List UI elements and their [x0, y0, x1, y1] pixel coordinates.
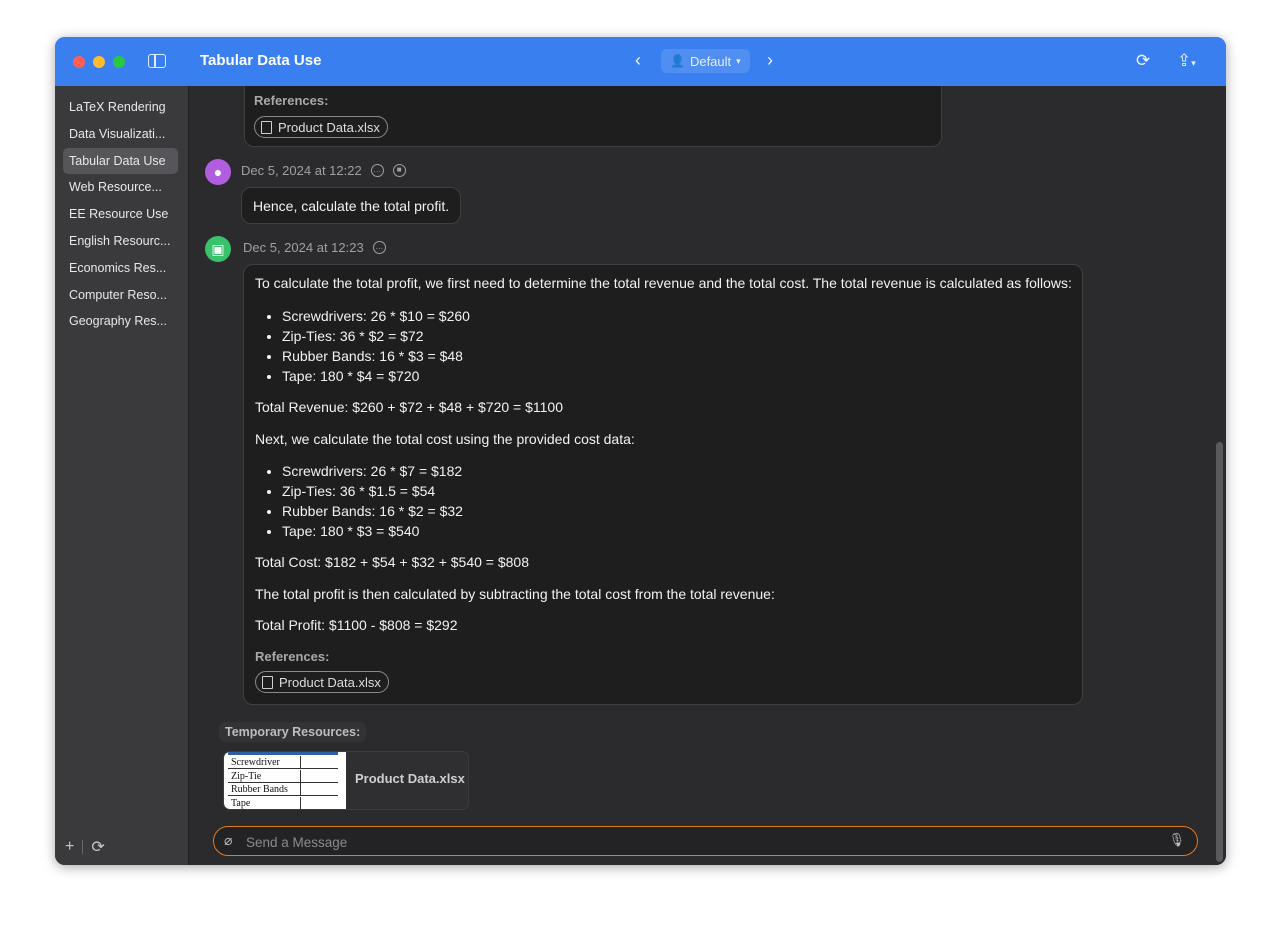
references-label: References: — [254, 93, 329, 108]
document-icon — [261, 120, 272, 134]
chevron-right-icon[interactable]: › — [767, 50, 773, 70]
thumbnail-row: Screwdriver — [228, 756, 338, 769]
edit-icon[interactable]: ■ — [392, 164, 406, 177]
add-icon[interactable]: + — [65, 838, 74, 856]
sidebar-item[interactable]: Geography Res... — [63, 308, 178, 334]
zoom-window-button[interactable] — [113, 56, 125, 68]
minimize-window-button[interactable] — [93, 56, 105, 68]
profile-selector[interactable]: 👤 Default ▾ — [661, 49, 750, 73]
profit-intro: The total profit is then calculated by s… — [255, 586, 775, 602]
revenue-list: Screwdrivers: 26 * $10 = $260Zip-Ties: 3… — [255, 306, 470, 386]
cost-list: Screwdrivers: 26 * $7 = $182Zip-Ties: 36… — [255, 461, 463, 541]
total-cost: Total Cost: $182 + $54 + $32 + $540 = $8… — [255, 554, 529, 570]
sidebar-item[interactable]: Computer Reso... — [63, 282, 178, 308]
chevron-down-icon: ▾ — [736, 55, 741, 66]
sidebar-item[interactable]: Data Visualizati... — [63, 121, 178, 147]
bot-intro: To calculate the total profit, we first … — [255, 275, 1072, 291]
chat-area: References: Product Data.xlsx ● Dec 5, 2… — [189, 86, 1226, 865]
divider — [82, 840, 84, 854]
sidebar-item[interactable]: Economics Res... — [63, 255, 178, 281]
message-composer: ⌀ 🎙 — [213, 826, 1198, 856]
previous-message-bubble: References: Product Data.xlsx — [244, 86, 942, 147]
user-message-meta: Dec 5, 2024 at 12:22 … ■ — [241, 163, 406, 178]
thumbnail-row: Tape — [228, 796, 338, 809]
user-message-text: Hence, calculate the total profit. — [253, 198, 450, 214]
sidebar-item[interactable]: LaTeX Rendering — [63, 94, 178, 120]
total-revenue: Total Revenue: $260 + $72 + $48 + $720 =… — [255, 399, 563, 415]
user-timestamp: Dec 5, 2024 at 12:22 — [241, 163, 362, 178]
spreadsheet-thumbnail: Screwdriver Zip-Tie Rubber Bands Tape — [224, 752, 346, 809]
chevron-left-icon[interactable]: ‹ — [635, 50, 641, 70]
sync-icon[interactable]: ⟳ — [91, 837, 104, 857]
more-options-icon[interactable]: … — [372, 241, 386, 254]
list-item: Screwdrivers: 26 * $7 = $182 — [282, 461, 463, 481]
more-options-icon[interactable]: … — [370, 164, 384, 177]
cost-intro: Next, we calculate the total cost using … — [255, 431, 635, 447]
sidebar-item[interactable]: EE Resource Use — [63, 201, 178, 227]
total-profit: Total Profit: $1100 - $808 = $292 — [255, 617, 458, 633]
refresh-icon[interactable]: ⟳ — [1136, 51, 1150, 71]
temporary-resource-card[interactable]: Screwdriver Zip-Tie Rubber Bands Tape Produ… — [223, 751, 469, 810]
thumbnail-row: Rubber Bands — [228, 783, 338, 796]
profile-label: Default — [689, 53, 732, 69]
list-item: Tape: 180 * $4 = $720 — [282, 366, 470, 386]
list-item: Zip-Ties: 36 * $2 = $72 — [282, 326, 470, 346]
thumbnail-header — [228, 752, 338, 755]
reference-name: Product Data.xlsx — [278, 119, 380, 135]
reference-chip[interactable]: Product Data.xlsx — [255, 671, 389, 693]
sidebar-toggle-icon[interactable] — [148, 54, 166, 68]
message-input[interactable] — [244, 830, 1168, 854]
close-window-button[interactable] — [73, 56, 85, 68]
references-label: References: — [255, 649, 330, 664]
list-item: Screwdrivers: 26 * $10 = $260 — [282, 306, 470, 326]
bot-message-bubble: To calculate the total profit, we first … — [243, 264, 1083, 705]
title-bar: Tabular Data Use ‹ 👤 Default ▾ › ⟳ ⇪▾ — [55, 37, 1226, 86]
bot-message-meta: Dec 5, 2024 at 12:23 … — [243, 240, 386, 255]
app-window: Tabular Data Use ‹ 👤 Default ▾ › ⟳ ⇪▾ La… — [55, 37, 1226, 865]
bot-timestamp: Dec 5, 2024 at 12:23 — [243, 240, 364, 255]
sidebar-footer: + ⟳ — [65, 837, 105, 857]
share-icon[interactable]: ⇪▾ — [1177, 51, 1196, 71]
sidebar: LaTeX Rendering Data Visualizati... Tabula… — [55, 86, 189, 865]
sidebar-item[interactable]: Tabular Data Use — [63, 147, 178, 174]
reference-chip[interactable]: Product Data.xlsx — [254, 116, 388, 138]
list-item: Tape: 180 * $3 = $540 — [282, 521, 463, 541]
window-title: Tabular Data Use — [200, 52, 322, 69]
sidebar-item[interactable]: Web Resource... — [63, 174, 178, 200]
temporary-resources-label: Temporary Resources: — [219, 722, 367, 742]
thumbnail-row: Zip-Tie — [228, 769, 338, 783]
list-item: Zip-Ties: 36 * $1.5 = $54 — [282, 481, 463, 501]
list-item: Rubber Bands: 16 * $2 = $32 — [282, 501, 463, 521]
person-icon: 👤 — [670, 54, 685, 68]
scrollbar[interactable] — [1216, 442, 1223, 862]
paperclip-icon[interactable]: ⌀ — [224, 832, 232, 849]
user-message-bubble: Hence, calculate the total profit. — [241, 187, 461, 224]
sidebar-item[interactable]: English Resourc... — [63, 228, 178, 254]
temporary-resource-name: Product Data.xlsx — [355, 771, 465, 786]
user-avatar: ● — [205, 159, 231, 185]
document-icon — [262, 675, 273, 689]
microphone-icon[interactable]: 🎙 — [1168, 832, 1185, 848]
bot-avatar: ▣ — [205, 236, 231, 262]
list-item: Rubber Bands: 16 * $3 = $48 — [282, 346, 470, 366]
reference-name: Product Data.xlsx — [279, 674, 381, 690]
